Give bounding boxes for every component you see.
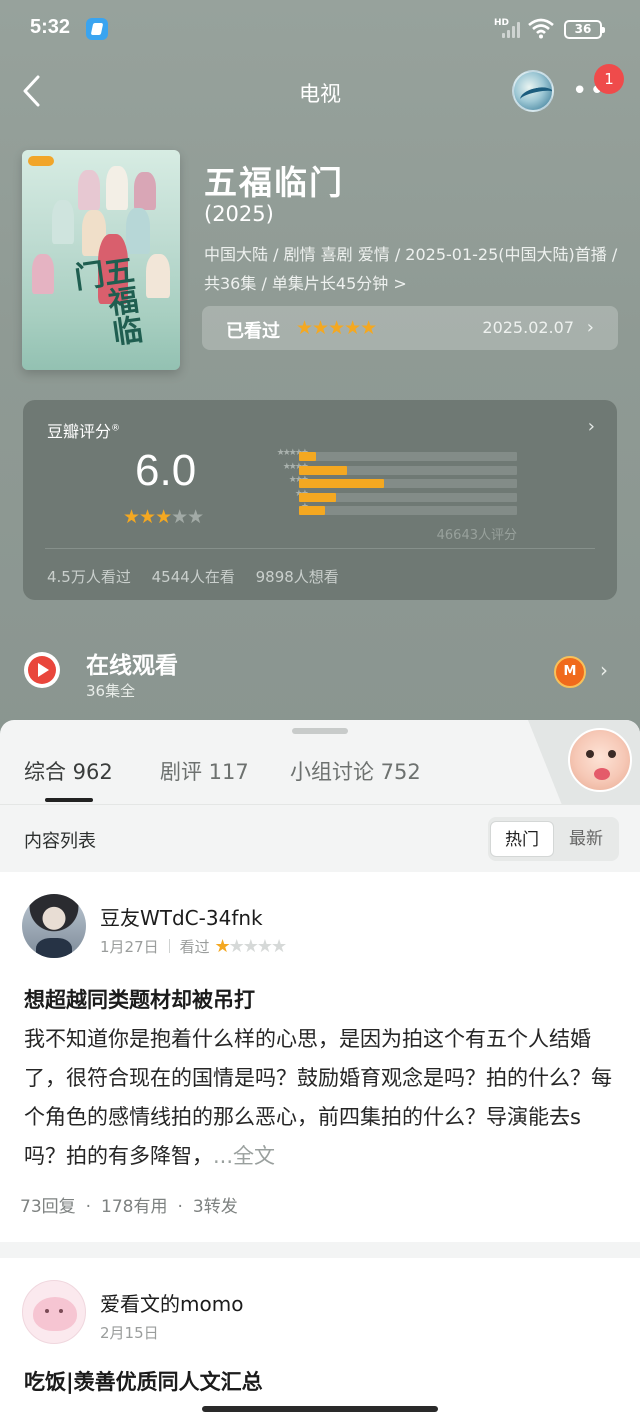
watched-count: 4.5万人看过 [47,568,131,586]
want-to-watch-count: 9898人想看 [255,568,339,586]
chevron-right-icon: › [586,317,594,338]
useful-count[interactable]: 178有用 [101,1197,167,1217]
rating-bar-4 [299,465,347,475]
rating-row-2: ★★ [235,489,535,505]
avatar[interactable] [22,1280,86,1344]
home-indicator [202,1406,438,1412]
sort-toggle: 热门 最新 [488,817,619,861]
rating-bar-3 [299,479,385,488]
username[interactable]: 豆友WTdC-34fnk [100,902,263,931]
douban-rating-card[interactable]: 豆瓣评分® › 6.0 ★★★★★ ★★★★★ ★★★★ ★★★ ★★ ★ 46… [23,400,617,600]
notification-badge: 1 [594,64,624,94]
rating-label: 豆瓣评分® [47,422,121,441]
watch-status: 看过 [179,938,210,956]
review-stats: 73回复 · 178有用 · 3转发 [20,1197,238,1217]
show-meta[interactable]: 中国大陆 / 剧情 喜剧 爱情 / 2025-01-25(中国大陆)首播 / 共… [204,240,622,298]
my-rating-stars: ★★★★★ [296,317,377,339]
sort-hot-button[interactable]: 热门 [490,821,554,857]
watched-label: 已看过 [226,321,280,342]
content-list-header: 内容列表 热门 最新 [0,804,640,872]
rating-row-1: ★ [235,502,535,518]
online-watch-subtitle: 36集全 [86,682,136,700]
tab-reviews[interactable]: 剧评 117 [160,756,249,786]
rating-row-3: ★★★ [235,475,535,491]
avatar[interactable] [22,894,86,958]
reply-count[interactable]: 73回复 [20,1197,76,1217]
rating-stars: ★★★★★ [123,506,204,528]
rating-distribution: ★★★★★ ★★★★ ★★★ ★★ ★ [235,448,535,518]
divider [45,548,595,549]
watched-status-bar[interactable]: 已看过 ★★★★★ 2025.02.07 › [202,306,618,350]
app-notification-icon [86,18,108,40]
status-time: 5:32 [30,16,71,38]
chevron-right-icon: › [587,416,595,437]
poster-title: 五福临门 [66,253,144,348]
online-watch-title[interactable]: 在线观看 [86,646,178,680]
active-tab-indicator [45,798,93,802]
show-year: (2025) [204,202,274,226]
rating-row-4: ★★★★ [235,462,535,478]
status-bar: 5:32 HD 36 [0,0,640,60]
drag-handle[interactable] [292,728,348,734]
rating-bar-5 [299,452,317,461]
chevron-right-icon[interactable]: › [600,658,608,682]
show-title: 五福临门 [204,163,344,202]
sort-new-button[interactable]: 最新 [554,821,618,857]
play-icon[interactable] [24,652,60,688]
tab-group-discussion[interactable]: 小组讨论 752 [290,756,421,786]
review-meta: 1月27日 看过 ★★★★★ [100,936,287,957]
share-count[interactable]: 3转发 [193,1197,238,1217]
review-card[interactable]: 爱看文的momo 2月15日 吃饭|羡善优质同人文汇总 [0,1258,640,1422]
watching-count: 4544人在看 [151,568,235,586]
wifi-icon [528,18,554,39]
signal-icon [502,22,522,38]
watch-stats: 4.5万人看过 4544人在看 9898人想看 [47,566,353,587]
review-title[interactable]: 想超越同类题材却被吊打 [24,984,255,1014]
rating-row-5: ★★★★★ [235,448,535,464]
tab-overall[interactable]: 综合 962 [24,756,113,786]
rating-bar-1 [299,506,326,515]
review-card[interactable]: 豆友WTdC-34fnk 1月27日 看过 ★★★★★ 想超越同类题材却被吊打 我… [0,872,640,1242]
battery-icon: 36 [564,20,605,39]
user-avatar[interactable] [512,70,554,112]
floating-avatar[interactable] [568,728,632,792]
read-more-link[interactable]: ...全文 [213,1144,275,1168]
review-date: 1月27日 [100,938,159,956]
review-body[interactable]: 我不知道你是抱着什么样的心思，是因为拍这个有五个人结婚了，很符合现在的国情是吗？… [24,1020,620,1176]
mango-tv-icon[interactable]: M [554,656,586,688]
review-date: 2月15日 [100,1324,159,1342]
rating-bar-2 [299,492,337,502]
watched-date: 2025.02.07 [482,318,574,337]
content-list-label: 内容列表 [24,831,96,852]
rating-score: 6.0 [135,446,197,495]
review-title[interactable]: 吃饭|羡善优质同人文汇总 [24,1366,263,1396]
channel-logo [28,156,54,166]
review-stars: ★ [214,936,230,957]
username[interactable]: 爱看文的momo [100,1288,243,1317]
rating-count: 46643人评分 [436,528,517,543]
show-poster[interactable]: 五福临门 [22,150,180,370]
